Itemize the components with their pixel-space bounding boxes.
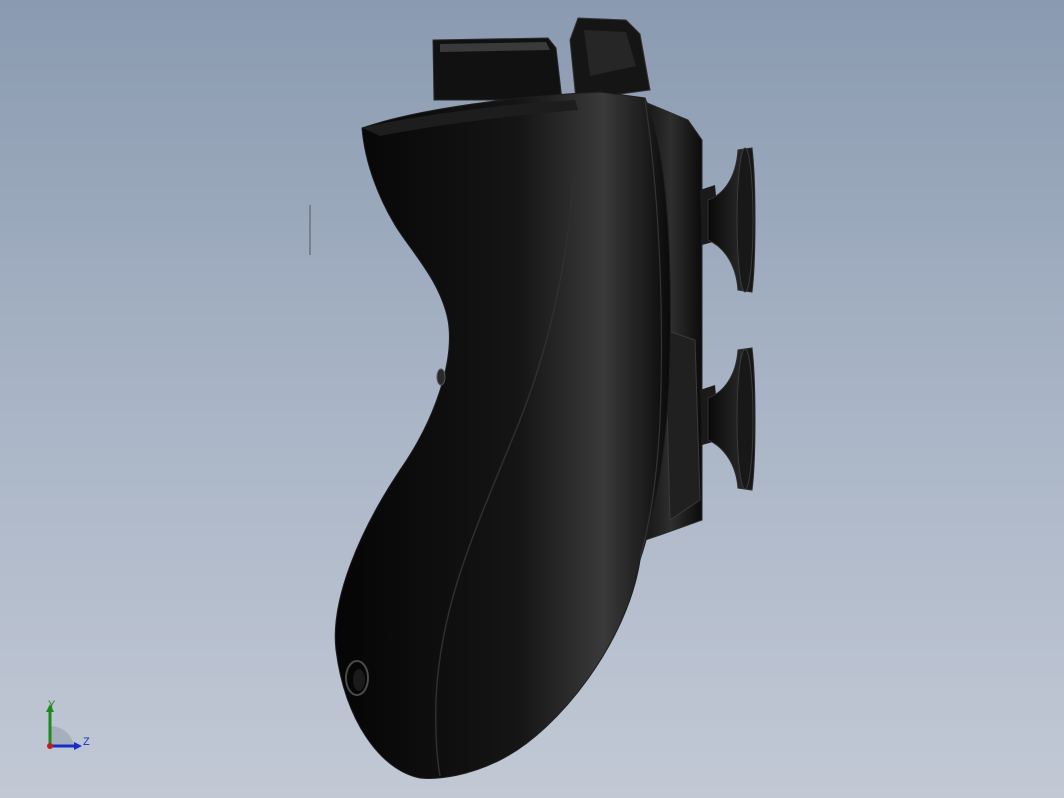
x-axis	[47, 743, 53, 749]
upper-thumbstick	[700, 147, 756, 293]
controller-model[interactable]	[0, 0, 1064, 798]
z-axis-label: Z	[83, 736, 90, 748]
lower-thumbstick	[700, 347, 756, 491]
orientation-triad: Y Z	[36, 696, 100, 760]
side-hole	[436, 368, 446, 386]
y-axis-label: Y	[48, 699, 56, 711]
graphics-viewport[interactable]: Y Z	[0, 0, 1064, 798]
grip-body	[334, 91, 671, 779]
